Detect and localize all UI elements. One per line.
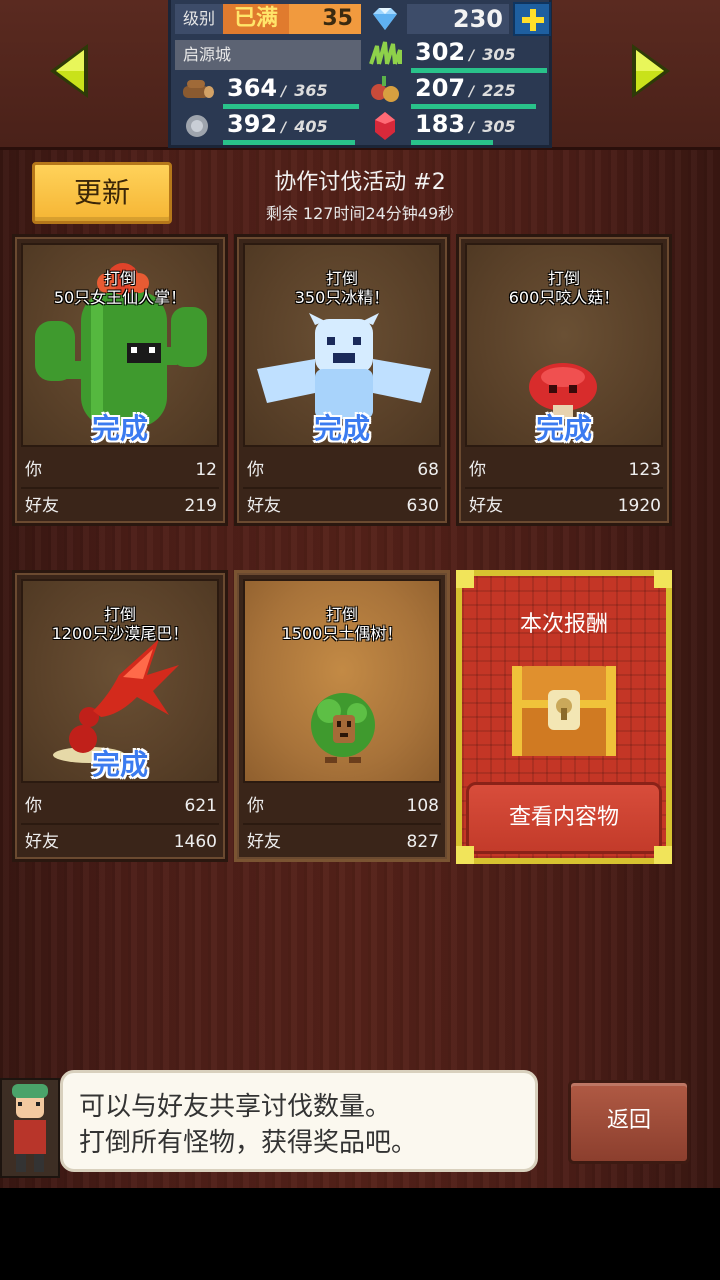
treasure-chest-icon (512, 666, 616, 756)
speech-bubble: 可以与好友共享讨伐数量。 打倒所有怪物，获得奖品吧。 (60, 1070, 538, 1172)
wood-amount: 364/365 (219, 74, 361, 106)
dialog-line-2: 打倒所有怪物，获得奖品吧。 (79, 1128, 418, 1158)
you-count: 68 (417, 460, 439, 480)
divider (465, 487, 663, 489)
quest-target: 600只咬人菇！ (508, 288, 620, 307)
you-count: 123 (628, 460, 661, 480)
you-count-row: 你 108 (247, 791, 439, 821)
ore-amount: 392/405 (219, 110, 361, 142)
divider (21, 487, 219, 489)
friends-count: 827 (406, 832, 439, 852)
next-arrow-icon[interactable] (628, 42, 672, 100)
food-bar (411, 104, 536, 109)
friends-count-row: 好友 1920 (469, 491, 661, 521)
grass-icon (367, 38, 403, 70)
ore-bar (223, 140, 355, 145)
you-count-row: 你 12 (25, 455, 217, 485)
grass-bar (411, 68, 547, 73)
complete-label: 完成 (535, 412, 592, 445)
add-gems-button[interactable] (513, 2, 551, 36)
friends-count: 219 (184, 496, 217, 516)
you-count-row: 你 68 (247, 455, 439, 485)
corner-ornament (654, 846, 672, 864)
friends-count-row: 好友 827 (247, 827, 439, 857)
ore-icon (179, 110, 215, 142)
quest-target: 1200只沙漠尾巴！ (51, 624, 189, 643)
complete-label: 完成 (91, 412, 148, 445)
ruby-amount: 183/305 (407, 110, 549, 142)
friends-count-row: 好友 219 (25, 491, 217, 521)
corner-ornament (654, 570, 672, 588)
friends-count: 630 (406, 496, 439, 516)
complete-label: 完成 (313, 412, 370, 445)
you-count-row: 你 621 (25, 791, 217, 821)
ruby-bar (411, 140, 493, 145)
friends-count: 1460 (173, 832, 217, 852)
quest-card[interactable]: 打倒 1500只土偶树！ 你 108 好友 827 (234, 570, 450, 862)
complete-label: 完成 (91, 748, 148, 781)
town-name: 启源城 (175, 40, 361, 70)
quest-card[interactable]: 打倒 350只冰精！ 完成 你 68 好友 630 (234, 234, 450, 526)
prev-arrow-icon[interactable] (48, 42, 92, 100)
npc-avatar (0, 1078, 60, 1178)
quest-target: 50只女王仙人掌！ (53, 288, 187, 307)
corner-ornament (456, 846, 474, 864)
divider (243, 487, 441, 489)
clay-tree-monster-icon (311, 693, 375, 763)
food-amount: 207/225 (407, 74, 549, 106)
ruby-icon (367, 110, 403, 142)
friends-count-row: 好友 630 (247, 491, 439, 521)
level-label: 级别 (175, 4, 223, 34)
update-button[interactable]: 更新 (32, 162, 172, 224)
corner-ornament (456, 570, 474, 588)
level-value: 35 (289, 4, 361, 34)
you-count: 108 (406, 796, 439, 816)
level-max-badge: 已满 (223, 4, 289, 34)
friends-count-row: 好友 1460 (25, 827, 217, 857)
divider (21, 823, 219, 825)
event-title: 协作讨伐活动 #2 (274, 170, 446, 195)
friends-count: 1920 (617, 496, 661, 516)
event-remaining-time: 剩余 127时间24分钟49秒 (265, 204, 455, 223)
dialog-line-1: 可以与好友共享讨伐数量。 (79, 1092, 392, 1122)
stats-panel: 级别 已满 35 230 启源城 302/305 364/365 207/225… (168, 0, 552, 148)
quest-target: 1500只土偶树！ (281, 624, 403, 643)
divider (243, 823, 441, 825)
wood-bar (223, 104, 359, 109)
wood-icon (179, 74, 215, 106)
view-contents-button[interactable]: 查看内容物 (466, 782, 662, 854)
reward-title: 本次报酬 (519, 612, 608, 637)
bottom-bar (0, 1188, 720, 1280)
quest-card[interactable]: 打倒 1200只沙漠尾巴！ 完成 你 621 好友 1460 (12, 570, 228, 862)
food-icon (367, 74, 403, 106)
quest-card[interactable]: 打倒 50只女王仙人掌！ 完成 你 12 好友 219 (12, 234, 228, 526)
reward-panel: 本次报酬 查看内容物 (462, 576, 666, 858)
grass-amount: 302/305 (407, 38, 549, 70)
quest-target: 350只冰精！ (294, 288, 390, 307)
you-count-row: 你 123 (469, 455, 661, 485)
quest-card[interactable]: 打倒 600只咬人菇！ 完成 你 123 好友 1920 (456, 234, 672, 526)
back-button[interactable]: 返回 (568, 1080, 690, 1164)
gem-count: 230 (407, 4, 509, 34)
diamond-icon (365, 4, 405, 34)
reward-card: 本次报酬 查看内容物 (456, 570, 672, 864)
you-count: 12 (195, 460, 217, 480)
you-count: 621 (184, 796, 217, 816)
